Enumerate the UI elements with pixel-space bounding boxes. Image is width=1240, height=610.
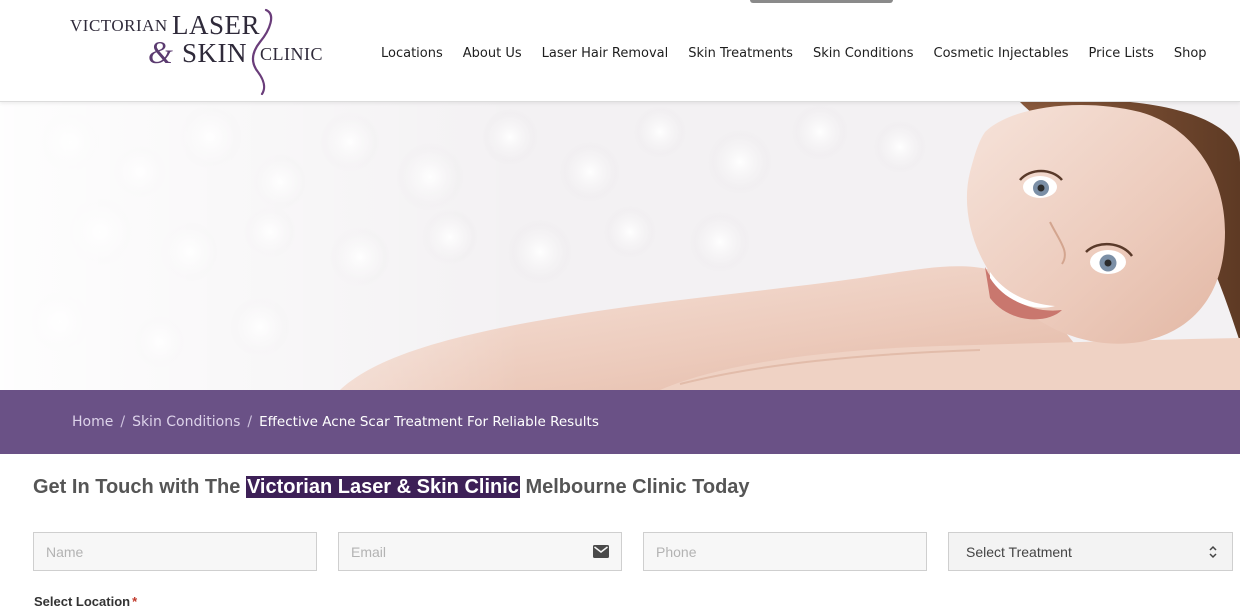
email-field-wrapper [338,532,622,571]
breadcrumb-separator: / [247,414,253,430]
site-logo[interactable]: VICTORIAN LASER & SKIN CLINIC [70,8,325,96]
nav-skin-treatments[interactable]: Skin Treatments [688,46,793,61]
nav-about-us[interactable]: About Us [463,46,522,61]
required-mark: * [132,594,138,609]
top-tab[interactable] [750,0,893,3]
treatment-select[interactable]: Select Treatment [948,532,1233,571]
contact-title: Get In Touch with The Victorian Laser & … [33,476,750,499]
nav-cosmetic-injectables[interactable]: Cosmetic Injectables [934,46,1069,61]
phone-field-wrapper [643,532,927,571]
breadcrumb-home[interactable]: Home [72,414,113,430]
logo-swoosh-icon [251,8,273,96]
breadcrumb-current: Effective Acne Scar Treatment For Reliab… [259,414,599,430]
logo-word-victorian: VICTORIAN [70,16,168,35]
breadcrumb: Home / Skin Conditions / Effective Acne … [72,414,599,430]
email-field[interactable] [339,533,621,570]
nav-skin-conditions[interactable]: Skin Conditions [813,46,914,61]
nav-laser-hair-removal[interactable]: Laser Hair Removal [542,46,669,61]
nav-price-lists[interactable]: Price Lists [1089,46,1154,61]
logo-ampersand: & [148,34,173,70]
breadcrumb-separator: / [120,414,126,430]
breadcrumb-bar: Home / Skin Conditions / Effective Acne … [0,390,1240,454]
breadcrumb-skin-conditions[interactable]: Skin Conditions [132,414,240,430]
logo-word-skin: SKIN [182,38,248,68]
main-nav: Locations About Us Laser Hair Removal Sk… [381,46,1207,61]
contact-title-before: Get In Touch with The [33,476,246,498]
contact-title-after: Melbourne Clinic Today [519,476,750,498]
location-label-text: Select Location [34,594,131,609]
hero-image [0,102,1240,390]
name-field[interactable] [34,533,316,570]
nav-shop[interactable]: Shop [1174,46,1207,61]
site-header: VICTORIAN LASER & SKIN CLINIC Locations … [0,0,1240,102]
hero-banner [0,102,1240,390]
page: VICTORIAN LASER & SKIN CLINIC Locations … [0,0,1240,610]
updown-arrows-icon [1209,545,1217,559]
phone-field[interactable] [644,533,926,570]
envelope-icon [593,545,609,558]
contact-title-highlight: Victorian Laser & Skin Clinic [245,476,520,498]
name-field-wrapper [33,532,317,571]
nav-locations[interactable]: Locations [381,46,443,61]
treatment-select-value: Select Treatment [966,544,1072,560]
location-label: Select Location * [34,594,137,609]
